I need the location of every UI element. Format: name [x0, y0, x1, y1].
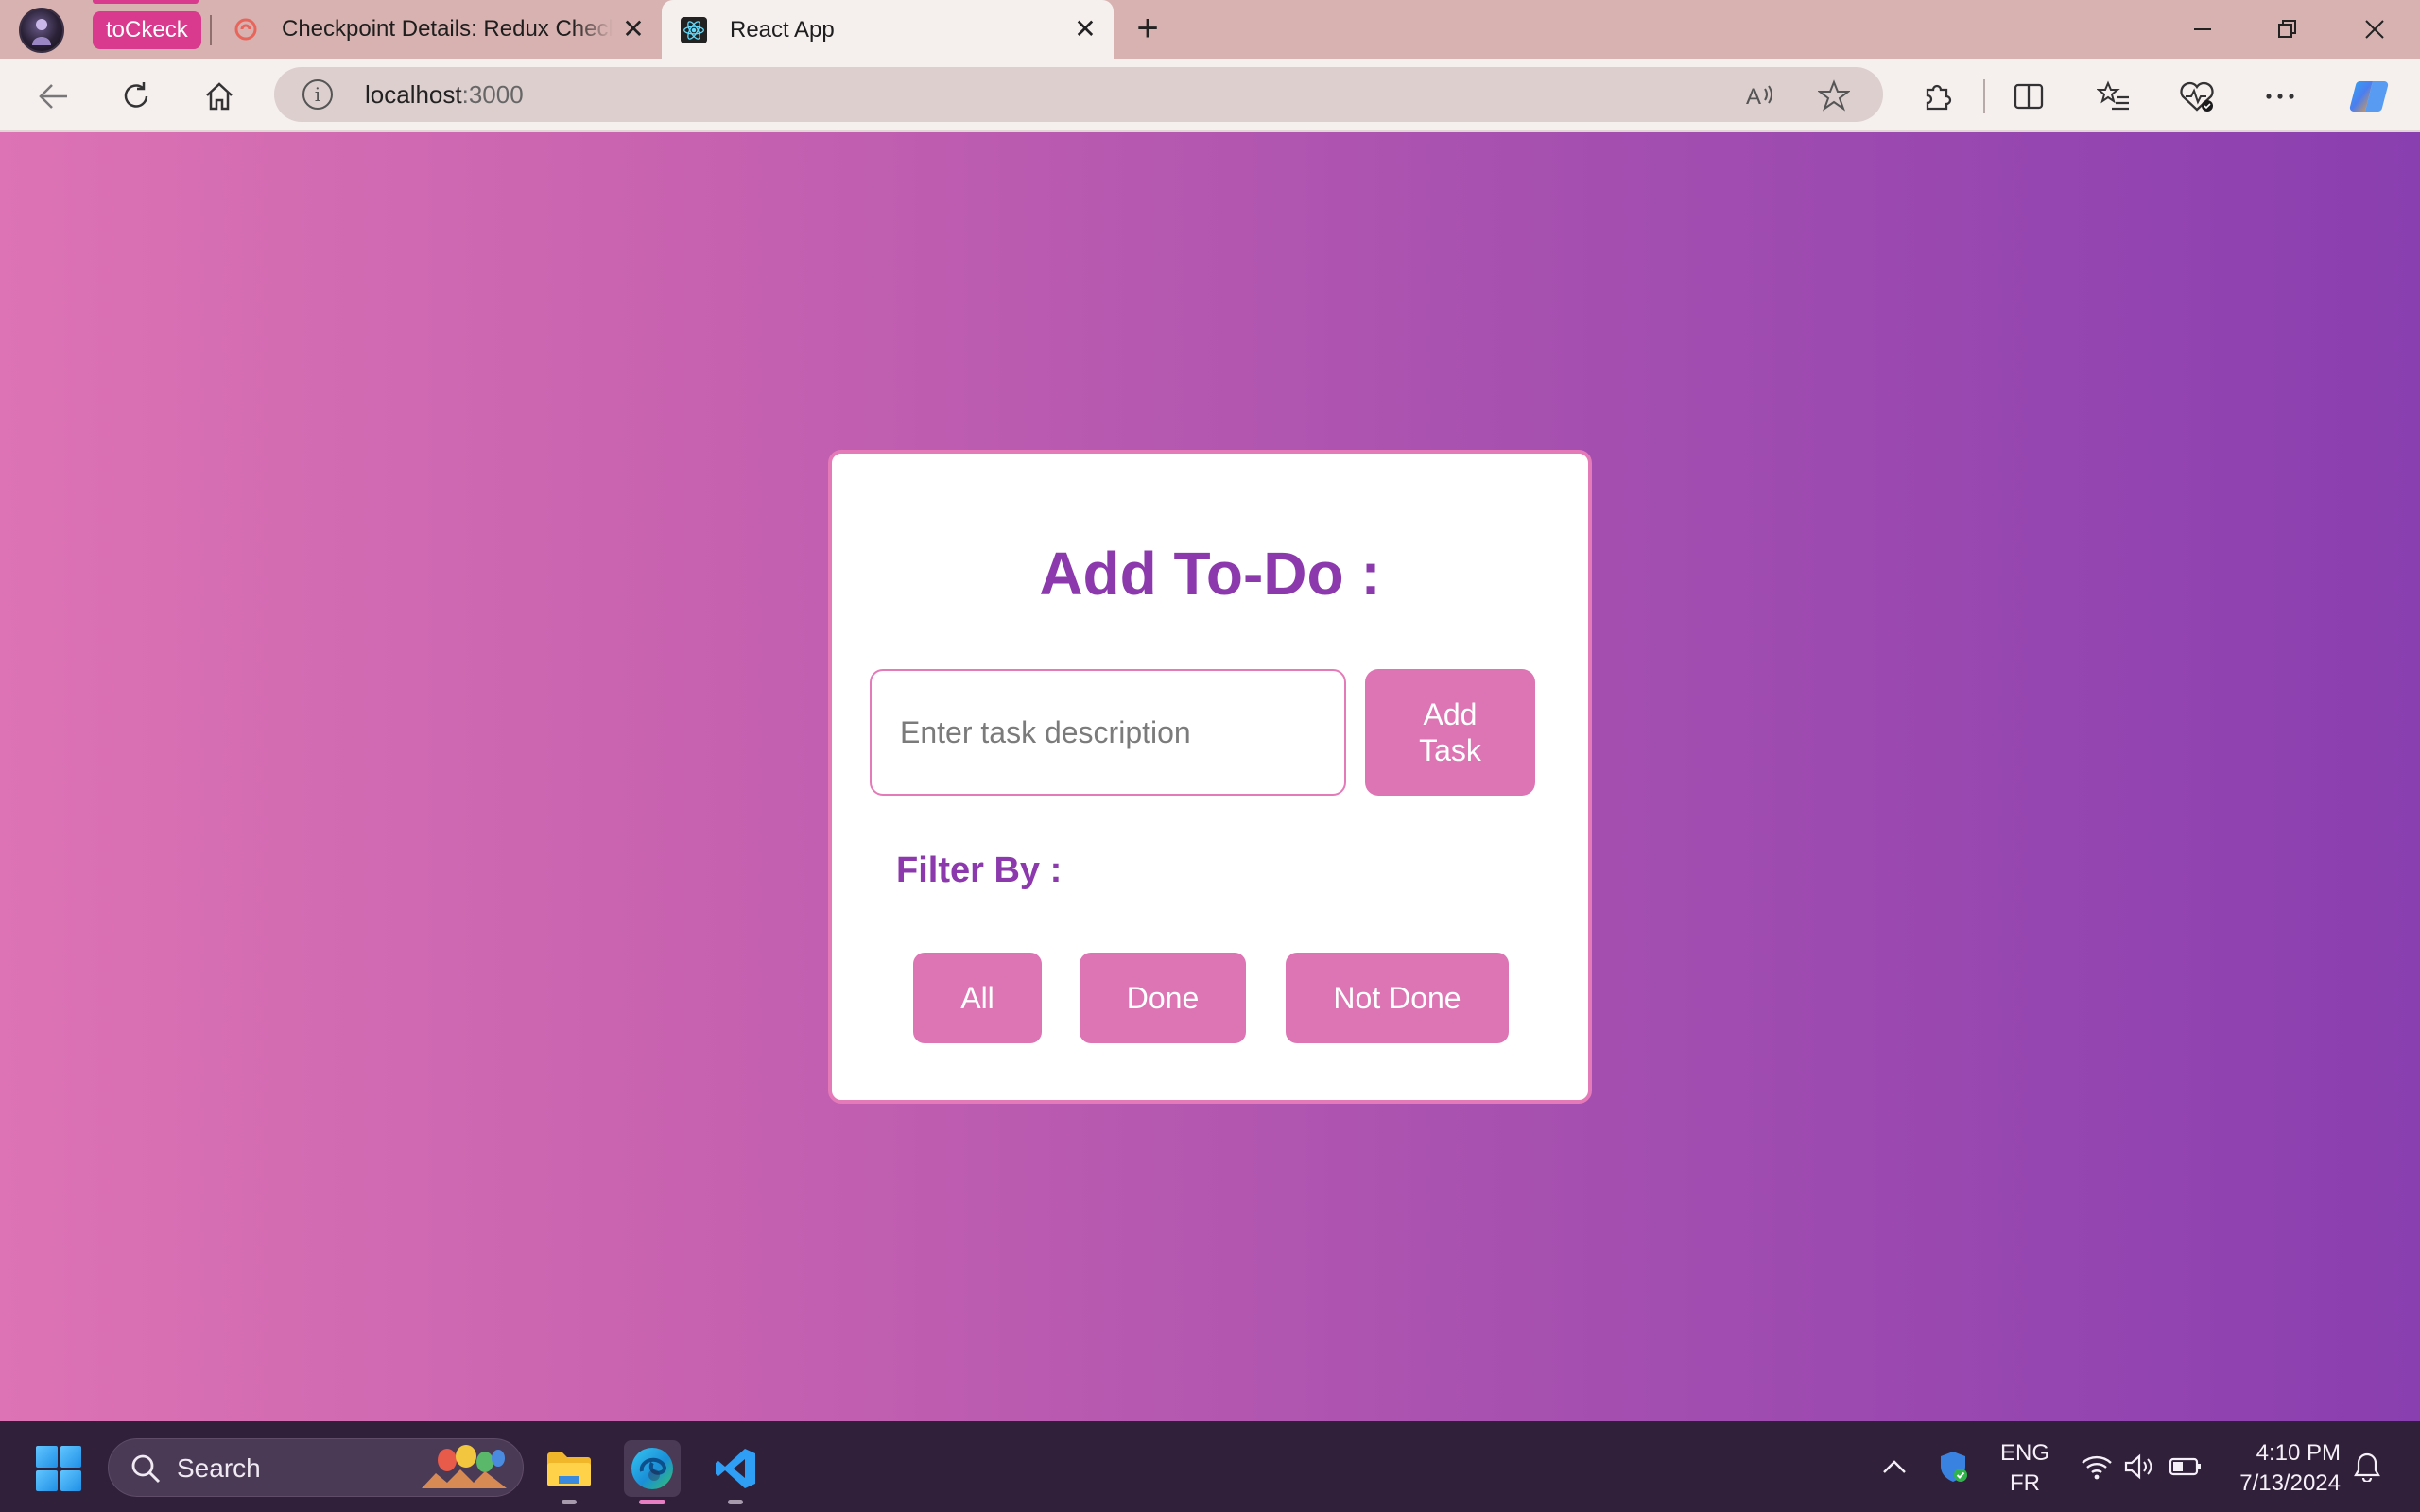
- windows-security-shield-icon[interactable]: [1936, 1450, 1970, 1484]
- clock-date: 7/13/2024: [2239, 1470, 2341, 1496]
- edge-icon[interactable]: [624, 1440, 681, 1504]
- tab-separator: [210, 15, 212, 45]
- minimize-icon[interactable]: [2184, 13, 2221, 45]
- favorite-star-icon[interactable]: [1817, 78, 1851, 112]
- read-aloud-icon[interactable]: A: [1743, 78, 1777, 112]
- svg-text:A: A: [1746, 84, 1761, 110]
- tab-group-indicator: [93, 0, 199, 4]
- running-indicator: [728, 1500, 743, 1504]
- clock-time: 4:10 PM: [2256, 1440, 2341, 1466]
- profile-avatar[interactable]: [19, 8, 64, 53]
- language-line1: ENG: [1999, 1440, 2049, 1466]
- back-icon[interactable]: [32, 76, 74, 117]
- restore-icon[interactable]: [2269, 13, 2307, 45]
- page-title: Add To-Do :: [1039, 540, 1381, 608]
- browser-essentials-icon[interactable]: [2176, 76, 2218, 117]
- address-url: localhost:3000: [365, 80, 524, 109]
- running-indicator: [562, 1500, 577, 1504]
- new-tab-plus-icon[interactable]: +: [1129, 9, 1167, 47]
- notifications-bell-icon[interactable]: [2350, 1450, 2384, 1484]
- site-info-icon[interactable]: i: [302, 79, 333, 110]
- windows-start-icon[interactable]: [36, 1446, 81, 1491]
- refresh-icon[interactable]: [115, 76, 157, 117]
- add-task-button[interactable]: Add Task: [1365, 669, 1535, 796]
- filter-not-done-button[interactable]: Not Done: [1286, 953, 1509, 1043]
- tab-title: React App: [730, 17, 835, 43]
- profile-figure-icon: [32, 19, 51, 45]
- close-tab-icon[interactable]: ✕: [1072, 16, 1098, 43]
- tab-checkpoint-details[interactable]: Checkpoint Details: Redux Checkpoint ✕: [227, 0, 662, 59]
- tab-strip: toCkeck Checkpoint Details: Redux Checkp…: [0, 0, 2420, 60]
- favorites-icon[interactable]: [2093, 76, 2135, 117]
- react-logo-icon: [681, 17, 707, 43]
- file-explorer-icon[interactable]: [541, 1440, 597, 1504]
- battery-icon[interactable]: [2169, 1450, 2203, 1484]
- close-window-icon[interactable]: [2356, 13, 2394, 45]
- filter-done-button[interactable]: Done: [1080, 953, 1246, 1043]
- system-clock[interactable]: 4:10 PM 7/13/2024: [2218, 1438, 2341, 1499]
- search-label: Search: [177, 1453, 261, 1483]
- tab-react-app[interactable]: React App ✕: [662, 0, 1114, 60]
- windows-taskbar: Search ENG FR 4:10 PM 7/13/2024: [0, 1421, 2420, 1512]
- split-screen-icon[interactable]: [2008, 76, 2049, 117]
- filter-all-button[interactable]: All: [913, 953, 1042, 1043]
- todo-card: Add To-Do : Add Task Filter By : All Don…: [828, 450, 1592, 1104]
- extensions-icon[interactable]: [1917, 76, 1959, 117]
- volume-icon[interactable]: [2121, 1450, 2155, 1484]
- wifi-icon[interactable]: [2080, 1450, 2114, 1484]
- search-highlight-balloons-icon: [422, 1445, 507, 1488]
- browser-toolbar: i localhost:3000 A: [0, 59, 2420, 132]
- vscode-icon[interactable]: [707, 1440, 764, 1504]
- page-background: Add To-Do : Add Task Filter By : All Don…: [0, 132, 2420, 1421]
- home-icon[interactable]: [199, 76, 240, 117]
- taskbar-search[interactable]: Search: [108, 1438, 524, 1497]
- show-hidden-icons-chevron-icon[interactable]: [1877, 1450, 1911, 1484]
- input-language-indicator[interactable]: ENG FR: [1995, 1438, 2055, 1499]
- tab-title: Checkpoint Details: Redux Checkpoint: [282, 16, 613, 42]
- task-description-input[interactable]: [870, 669, 1346, 796]
- address-bar[interactable]: i localhost:3000 A: [274, 67, 1883, 122]
- toolbar-separator: [1983, 79, 1985, 113]
- search-icon: [131, 1454, 161, 1484]
- filter-label: Filter By :: [896, 850, 1063, 890]
- copilot-icon[interactable]: [2348, 76, 2390, 117]
- close-tab-icon[interactable]: ✕: [620, 16, 647, 43]
- more-icon[interactable]: [2259, 76, 2301, 117]
- site-favicon-icon: [233, 16, 259, 43]
- tab-group-chip[interactable]: toCkeck: [93, 11, 201, 49]
- language-line2: FR: [2010, 1470, 2040, 1496]
- running-indicator: [639, 1500, 666, 1504]
